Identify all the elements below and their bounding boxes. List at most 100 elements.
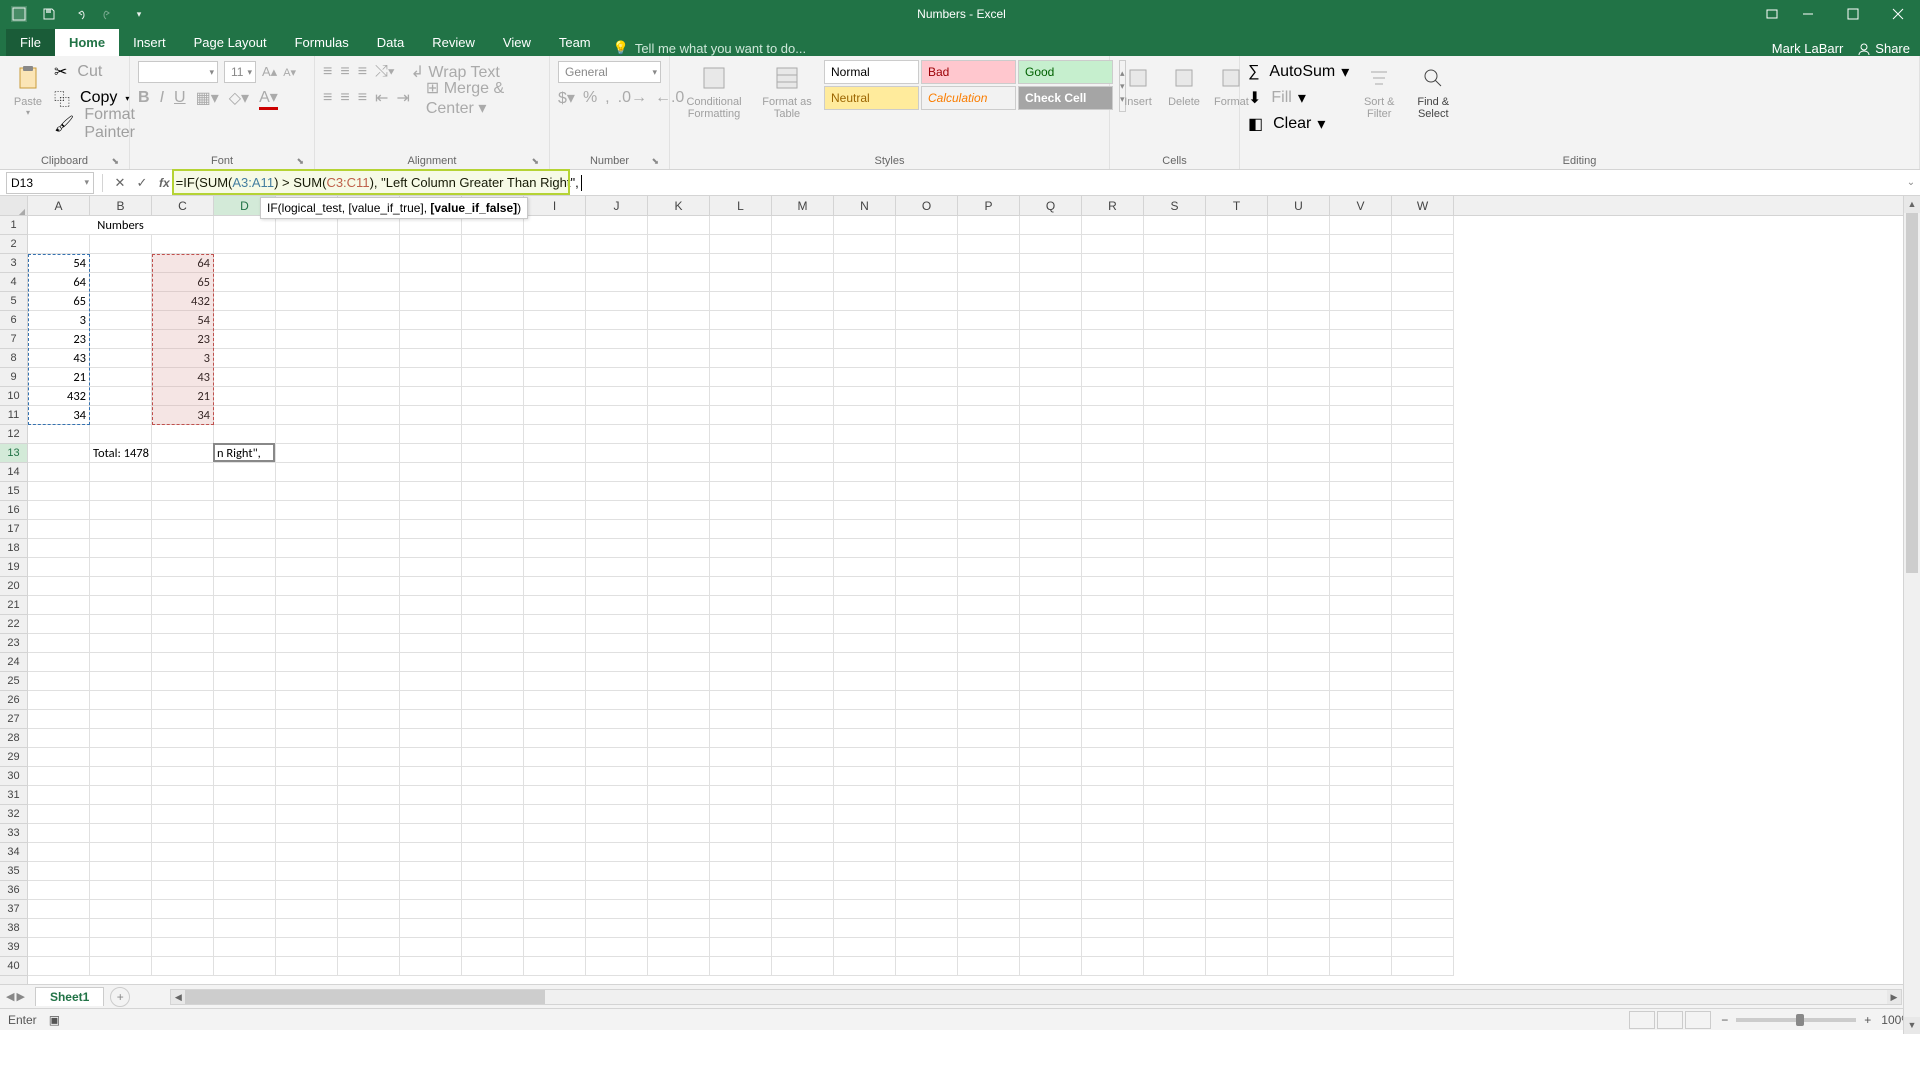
- font-color-button[interactable]: A▾: [259, 87, 278, 110]
- cell-A11[interactable]: 34: [28, 406, 90, 425]
- currency-icon[interactable]: $▾: [558, 88, 575, 108]
- zoom-thumb[interactable]: [1796, 1014, 1804, 1026]
- row-header-6[interactable]: 6: [0, 311, 27, 330]
- tab-file[interactable]: File: [6, 29, 55, 56]
- clipboard-expand-icon[interactable]: ⬊: [111, 156, 119, 167]
- format-as-table-button[interactable]: Format as Table: [756, 60, 818, 122]
- find-select-button[interactable]: Find & Select: [1409, 60, 1457, 122]
- format-painter-button[interactable]: 🖌Format Painter: [54, 112, 135, 136]
- cells-area[interactable]: Numbers546465323432143234646543254233432…: [28, 216, 1920, 984]
- row-header-28[interactable]: 28: [0, 729, 27, 748]
- border-button[interactable]: ▦▾: [196, 88, 219, 108]
- save-icon[interactable]: [38, 3, 60, 25]
- increase-font-icon[interactable]: A▴: [262, 64, 277, 80]
- row-header-34[interactable]: 34: [0, 843, 27, 862]
- merge-center-button[interactable]: ⊞ Merge & Center ▾: [426, 78, 541, 118]
- row-header-8[interactable]: 8: [0, 349, 27, 368]
- style-check-cell[interactable]: Check Cell: [1018, 86, 1113, 110]
- row-header-22[interactable]: 22: [0, 615, 27, 634]
- row-header-14[interactable]: 14: [0, 463, 27, 482]
- zoom-out-button[interactable]: −: [1721, 1013, 1728, 1027]
- cut-button[interactable]: ✂Cut: [54, 60, 135, 84]
- close-button[interactable]: [1875, 0, 1920, 28]
- row-header-39[interactable]: 39: [0, 938, 27, 957]
- formula-expand-icon[interactable]: ⌄: [1902, 177, 1920, 188]
- row-header-12[interactable]: 12: [0, 425, 27, 444]
- row-header-2[interactable]: 2: [0, 235, 27, 254]
- conditional-formatting-button[interactable]: Conditional Formatting: [678, 60, 750, 122]
- ribbon-display-icon[interactable]: [1765, 7, 1779, 21]
- redo-icon[interactable]: [98, 3, 120, 25]
- row-header-24[interactable]: 24: [0, 653, 27, 672]
- bold-button[interactable]: B: [138, 89, 150, 107]
- scroll-left-icon[interactable]: ◀: [171, 990, 185, 1004]
- sheet-nav[interactable]: ◀▶: [0, 990, 31, 1003]
- cell-C7[interactable]: 23: [152, 330, 214, 349]
- alignment-expand-icon[interactable]: ⬊: [531, 156, 539, 167]
- row-header-17[interactable]: 17: [0, 520, 27, 539]
- col-header-A[interactable]: A: [28, 196, 90, 215]
- row-header-25[interactable]: 25: [0, 672, 27, 691]
- percent-icon[interactable]: %: [583, 89, 597, 107]
- fill-button[interactable]: ⬇Fill ▾: [1248, 86, 1349, 110]
- cell-C9[interactable]: 43: [152, 368, 214, 387]
- underline-button[interactable]: U: [174, 89, 186, 107]
- scroll-right-icon[interactable]: ▶: [1887, 990, 1901, 1004]
- decrease-indent-icon[interactable]: ⇤: [375, 88, 388, 108]
- style-bad[interactable]: Bad: [921, 60, 1016, 84]
- col-header-N[interactable]: N: [834, 196, 896, 215]
- col-header-V[interactable]: V: [1330, 196, 1392, 215]
- delete-button[interactable]: Delete: [1164, 60, 1204, 110]
- cell-A9[interactable]: 21: [28, 368, 90, 387]
- sort-filter-button[interactable]: Sort & Filter: [1355, 60, 1403, 122]
- col-header-P[interactable]: P: [958, 196, 1020, 215]
- number-format-combo[interactable]: General: [558, 61, 661, 83]
- style-calculation[interactable]: Calculation: [921, 86, 1016, 110]
- row-header-36[interactable]: 36: [0, 881, 27, 900]
- italic-button[interactable]: I: [160, 89, 164, 107]
- vscroll-thumb[interactable]: [1906, 213, 1918, 573]
- formula-input[interactable]: =IF(SUM(A3:A11) > SUM(C3:C11), "Left Col…: [176, 172, 1902, 194]
- qat-customize-icon[interactable]: ▾: [128, 3, 150, 25]
- row-header-3[interactable]: 3: [0, 254, 27, 273]
- tab-formulas[interactable]: Formulas: [281, 29, 363, 56]
- row-header-35[interactable]: 35: [0, 862, 27, 881]
- maximize-button[interactable]: [1830, 0, 1875, 28]
- page-layout-view-button[interactable]: [1657, 1011, 1683, 1029]
- vertical-scrollbar[interactable]: ▲ ▼: [1903, 196, 1920, 1034]
- cell-C8[interactable]: 3: [152, 349, 214, 368]
- user-name[interactable]: Mark LaBarr: [1772, 41, 1844, 56]
- cell-C10[interactable]: 21: [152, 387, 214, 406]
- increase-decimal-icon[interactable]: .0→: [618, 89, 647, 107]
- row-header-29[interactable]: 29: [0, 748, 27, 767]
- cell-C6[interactable]: 54: [152, 311, 214, 330]
- col-header-W[interactable]: W: [1392, 196, 1454, 215]
- col-header-M[interactable]: M: [772, 196, 834, 215]
- row-header-15[interactable]: 15: [0, 482, 27, 501]
- tab-page-layout[interactable]: Page Layout: [180, 29, 281, 56]
- cell-A4[interactable]: 64: [28, 273, 90, 292]
- row-header-9[interactable]: 9: [0, 368, 27, 387]
- row-header-10[interactable]: 10: [0, 387, 27, 406]
- fill-color-button[interactable]: ◇▾: [229, 88, 249, 108]
- cell-C3[interactable]: 64: [152, 254, 214, 273]
- align-middle-icon[interactable]: ≡: [340, 63, 349, 81]
- row-header-31[interactable]: 31: [0, 786, 27, 805]
- row-header-5[interactable]: 5: [0, 292, 27, 311]
- scroll-down-icon[interactable]: ▼: [1904, 1017, 1920, 1034]
- tab-insert[interactable]: Insert: [119, 29, 180, 56]
- zoom-in-button[interactable]: +: [1864, 1013, 1871, 1027]
- align-left-icon[interactable]: ≡: [323, 89, 332, 107]
- style-neutral[interactable]: Neutral: [824, 86, 919, 110]
- font-size-combo[interactable]: 11: [224, 61, 256, 83]
- tab-view[interactable]: View: [489, 29, 545, 56]
- tell-me-search[interactable]: 💡 Tell me what you want to do...: [613, 40, 806, 56]
- cell-C11[interactable]: 34: [152, 406, 214, 425]
- row-header-16[interactable]: 16: [0, 501, 27, 520]
- new-sheet-button[interactable]: +: [110, 987, 130, 1007]
- enter-formula-icon[interactable]: ✓: [131, 175, 153, 191]
- cell-C4[interactable]: 65: [152, 273, 214, 292]
- row-header-7[interactable]: 7: [0, 330, 27, 349]
- row-header-32[interactable]: 32: [0, 805, 27, 824]
- font-expand-icon[interactable]: ⬊: [296, 156, 304, 167]
